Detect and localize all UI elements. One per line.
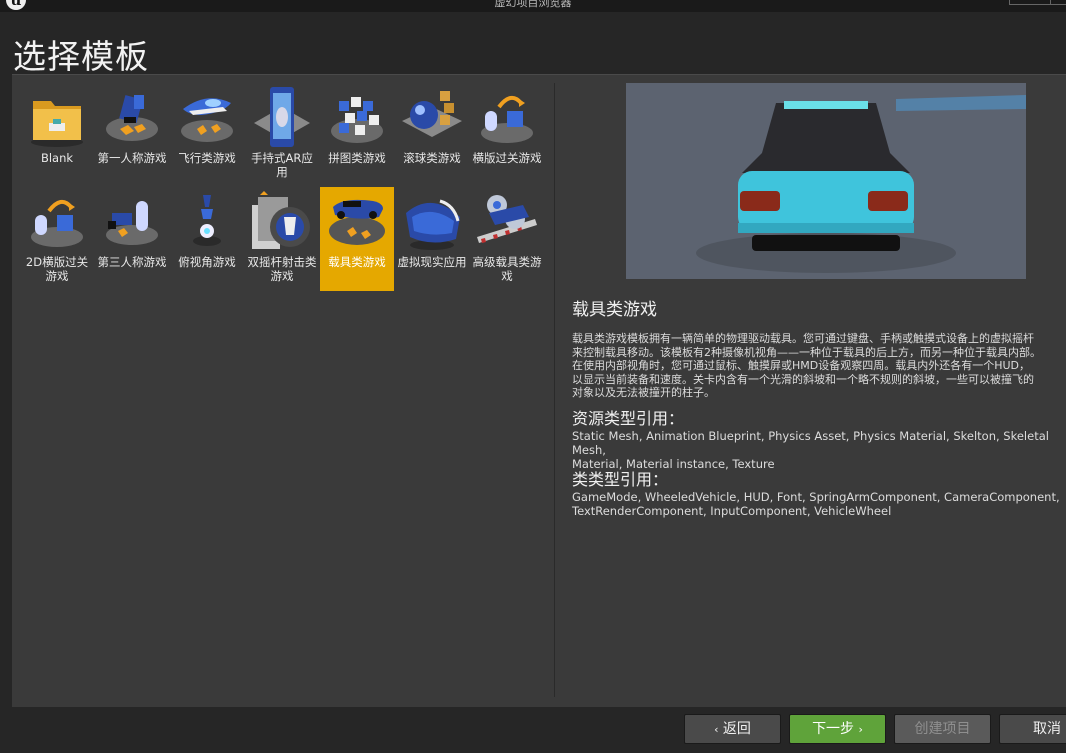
first-person-icon (106, 95, 158, 141)
title-bar: u 虚幻项目浏览器 (0, 0, 1066, 12)
template-label: 第三人称游戏 (97, 255, 167, 269)
asset-types-list: Static Mesh, Animation Blueprint, Physic… (572, 429, 1049, 471)
template-label: 虚拟现实应用 (397, 255, 467, 269)
panel-divider (554, 83, 555, 697)
rolling-icon (402, 91, 462, 137)
template-label: Blank (40, 151, 74, 165)
template-label: 拼图类游戏 (328, 151, 386, 165)
create-project-button[interactable]: 创建项目 (894, 714, 991, 744)
template-tile-2d-side-scroller[interactable]: 2D横版过关游戏 (20, 187, 94, 291)
window-title: 虚幻项目浏览器 (494, 0, 572, 9)
template-label: 双摇杆射击类游戏 (247, 255, 317, 283)
chevron-left-icon: ‹ (714, 723, 719, 736)
template-tile-puzzle[interactable]: 拼图类游戏 (320, 83, 394, 187)
cancel-button[interactable]: 取消 (999, 714, 1066, 744)
template-label: 高级载具类游戏 (472, 255, 542, 283)
template-tile-twin-stick[interactable]: 双摇杆射击类游戏 (245, 187, 319, 291)
vr-icon (406, 199, 460, 250)
template-tile-blank[interactable]: Blank (20, 83, 94, 187)
template-label: 手持式AR应用 (251, 151, 313, 179)
window-controls[interactable] (1009, 0, 1066, 5)
template-label: 2D横版过关游戏 (25, 255, 89, 283)
flying-icon (181, 98, 233, 142)
template-tile-rolling[interactable]: 滚球类游戏 (395, 83, 469, 187)
template-panel: Blank 第一人称游戏 飞行类游戏 手持式AR应用 拼图类游戏 滚球类游戏 横… (12, 74, 1066, 707)
template-tile-top-down[interactable]: 俯视角游戏 (170, 187, 244, 291)
template-label: 第一人称游戏 (97, 151, 167, 165)
template-tile-vehicle[interactable]: 载具类游戏 (320, 187, 394, 291)
next-button[interactable]: 下一步 › (789, 714, 886, 744)
create-project-label: 创建项目 (914, 721, 971, 737)
back-button[interactable]: ‹ 返回 (684, 714, 781, 744)
puzzle-icon (331, 97, 383, 143)
template-tile-side-scroller[interactable]: 横版过关游戏 (470, 83, 544, 187)
page-title: 选择模板 (13, 37, 149, 76)
template-label: 飞行类游戏 (178, 151, 236, 165)
vehicle-preview-icon (626, 83, 1026, 279)
next-button-label: 下一步 (812, 721, 855, 737)
template-tile-advanced-vehicle[interactable]: 高级载具类游戏 (470, 187, 544, 291)
template-label: 横版过关游戏 (472, 151, 542, 165)
template-tile-handheld-ar[interactable]: 手持式AR应用 (245, 83, 319, 187)
third-person-icon (106, 201, 158, 245)
template-description: 载具类游戏模板拥有一辆简单的物理驱动载具。您可通过键盘、手柄或触摸式设备上的虚拟… (572, 332, 1041, 400)
chevron-right-icon: › (858, 723, 863, 736)
template-detail-title: 载具类游戏 (572, 300, 657, 320)
vehicle-icon (329, 199, 385, 245)
advanced-vehicle-icon (477, 195, 537, 243)
template-tile-vr[interactable]: 虚拟现实应用 (395, 187, 469, 291)
twin-stick-icon (252, 191, 310, 249)
2d-side-scroller-icon (31, 199, 83, 247)
handheld-ar-icon (254, 87, 310, 147)
template-label: 滚球类游戏 (403, 151, 461, 165)
folder-icon (31, 101, 83, 147)
template-label: 载具类游戏 (328, 255, 386, 269)
template-label: 俯视角游戏 (178, 255, 236, 269)
template-preview-image (626, 83, 1026, 279)
template-tile-third-person[interactable]: 第三人称游戏 (95, 187, 169, 291)
top-down-icon (193, 195, 221, 246)
asset-types-heading: 资源类型引用： (572, 409, 685, 428)
template-tile-first-person[interactable]: 第一人称游戏 (95, 83, 169, 187)
class-types-list: GameMode, WheeledVehicle, HUD, Font, Spr… (572, 490, 1060, 518)
class-types-heading: 类类型引用： (572, 470, 669, 489)
template-tile-flying[interactable]: 飞行类游戏 (170, 83, 244, 187)
cancel-button-label: 取消 (1033, 721, 1061, 737)
back-button-label: 返回 (722, 721, 751, 737)
side-scroller-icon (481, 95, 533, 143)
